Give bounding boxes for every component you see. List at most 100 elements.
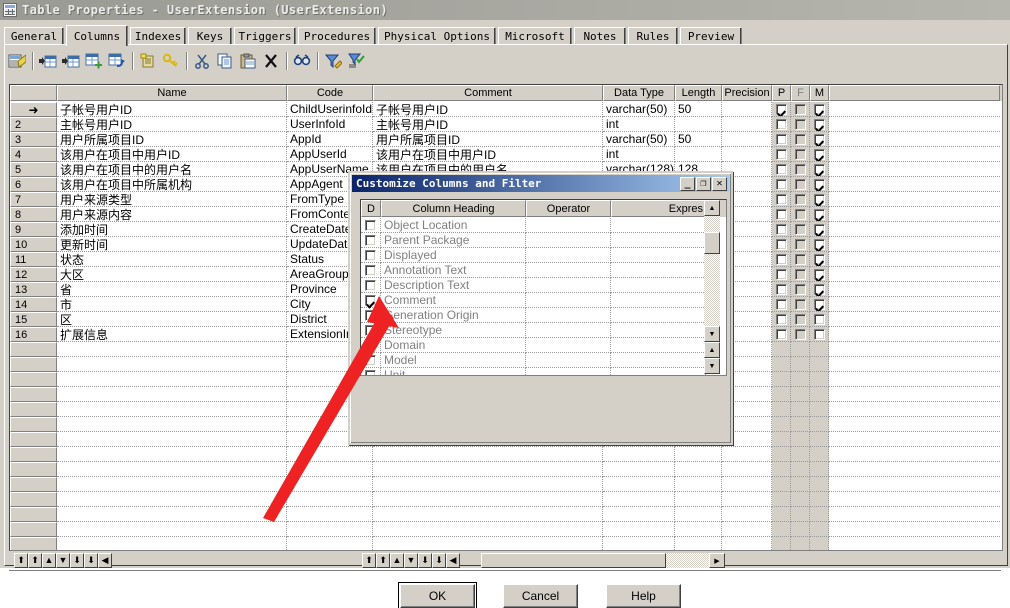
- mandatory-checkbox[interactable]: [813, 298, 825, 310]
- mandatory-checkbox-cell[interactable]: [810, 252, 829, 267]
- empty-cell[interactable]: [373, 477, 603, 492]
- empty-cell[interactable]: [373, 492, 603, 507]
- row-header[interactable]: 9: [10, 222, 57, 237]
- display-checkbox-cell[interactable]: [361, 248, 381, 263]
- customize-filter-icon[interactable]: [322, 50, 344, 72]
- display-checkbox-cell[interactable]: [361, 338, 381, 353]
- empty-cell[interactable]: [675, 462, 722, 477]
- empty-cell[interactable]: [810, 492, 829, 507]
- foreign-key-checkbox-cell[interactable]: [791, 162, 810, 177]
- dialog-list-item[interactable]: Comment: [361, 293, 726, 308]
- empty-cell[interactable]: [772, 537, 791, 550]
- table-row[interactable]: 3 用户所属项目ID AppId 用户所属项目ID varchar(50) 50: [10, 132, 1002, 147]
- empty-row[interactable]: [10, 447, 1002, 462]
- empty-cell[interactable]: [791, 357, 810, 372]
- display-checkbox[interactable]: [365, 294, 376, 306]
- mandatory-checkbox[interactable]: [813, 163, 825, 175]
- mandatory-checkbox[interactable]: [813, 103, 825, 115]
- display-checkbox-cell[interactable]: [361, 308, 381, 323]
- row-header[interactable]: [10, 342, 57, 357]
- name-cell[interactable]: 该用户在项目中所属机构: [57, 177, 287, 192]
- dialog-horizontal-scrollbar[interactable]: ▶: [481, 553, 725, 568]
- dialog-header-column-heading[interactable]: Column Heading: [381, 200, 526, 217]
- scroll-down-button[interactable]: ▼: [704, 326, 720, 342]
- operator-cell[interactable]: [526, 338, 611, 353]
- empty-cell[interactable]: [603, 477, 675, 492]
- empty-cell[interactable]: [810, 387, 829, 402]
- empty-cell[interactable]: [722, 477, 772, 492]
- delete-icon[interactable]: [260, 50, 282, 72]
- dialog-list-rows[interactable]: Object Location Parent Package Displayed An…: [361, 218, 726, 375]
- foreign-key-checkbox-cell[interactable]: [791, 192, 810, 207]
- empty-cell[interactable]: [57, 357, 287, 372]
- empty-cell[interactable]: [675, 522, 722, 537]
- operator-cell[interactable]: [526, 353, 611, 368]
- move-page-down-button[interactable]: ⬇: [70, 553, 84, 568]
- name-cell[interactable]: 该用户在项目中的用户名: [57, 162, 287, 177]
- operator-cell[interactable]: [526, 278, 611, 293]
- grid-header-length[interactable]: Length: [675, 85, 722, 101]
- empty-cell[interactable]: [772, 507, 791, 522]
- empty-cell[interactable]: [772, 372, 791, 387]
- display-checkbox[interactable]: [365, 234, 376, 246]
- empty-cell[interactable]: [373, 507, 603, 522]
- grid-header-precision[interactable]: Precision: [722, 85, 772, 101]
- mandatory-checkbox[interactable]: [813, 313, 825, 325]
- primary-key-checkbox-cell[interactable]: [772, 102, 791, 117]
- empty-cell[interactable]: [57, 387, 287, 402]
- tab-columns[interactable]: Columns: [66, 25, 128, 46]
- empty-cell[interactable]: [57, 492, 287, 507]
- empty-cell[interactable]: [791, 462, 810, 477]
- dialog-list-item[interactable]: Annotation Text: [361, 263, 726, 278]
- key-icon[interactable]: [160, 50, 182, 72]
- dialog-list-item[interactable]: Object Location: [361, 218, 726, 233]
- data-type-cell[interactable]: varchar(50): [603, 132, 675, 147]
- move-left-button[interactable]: ◀: [98, 553, 112, 568]
- empty-cell[interactable]: [675, 477, 722, 492]
- maximize-button[interactable]: ❐: [696, 176, 711, 191]
- expression-cell[interactable]: [611, 353, 706, 368]
- empty-cell[interactable]: [287, 447, 373, 462]
- grid-header-name[interactable]: Name: [57, 85, 287, 101]
- cancel-button[interactable]: Cancel: [503, 584, 578, 608]
- grid-header-p[interactable]: P: [772, 85, 791, 101]
- primary-key-checkbox[interactable]: [775, 133, 787, 145]
- display-checkbox-cell[interactable]: [361, 323, 381, 338]
- apply-filter-icon[interactable]: [345, 50, 367, 72]
- row-header[interactable]: ➜: [10, 102, 57, 117]
- empty-row[interactable]: [10, 522, 1002, 537]
- empty-cell[interactable]: [791, 447, 810, 462]
- empty-cell[interactable]: [57, 477, 287, 492]
- empty-cell[interactable]: [772, 477, 791, 492]
- display-checkbox[interactable]: [365, 264, 376, 276]
- row-header[interactable]: 16: [10, 327, 57, 342]
- move-to-bottom-button[interactable]: ⬇: [84, 553, 98, 568]
- precision-cell[interactable]: [722, 117, 772, 132]
- primary-key-checkbox-cell[interactable]: [772, 267, 791, 282]
- row-header[interactable]: [10, 507, 57, 522]
- mandatory-checkbox-cell[interactable]: [810, 207, 829, 222]
- row-header[interactable]: 14: [10, 297, 57, 312]
- empty-cell[interactable]: [810, 522, 829, 537]
- empty-cell[interactable]: [675, 537, 722, 550]
- foreign-key-checkbox-cell[interactable]: [791, 252, 810, 267]
- row-header[interactable]: 15: [10, 312, 57, 327]
- primary-key-checkbox[interactable]: [775, 253, 787, 265]
- empty-cell[interactable]: [772, 402, 791, 417]
- empty-row[interactable]: [10, 462, 1002, 477]
- empty-cell[interactable]: [791, 402, 810, 417]
- empty-cell[interactable]: [772, 417, 791, 432]
- operator-cell[interactable]: [526, 248, 611, 263]
- tab-physical-options[interactable]: Physical Options: [378, 27, 496, 45]
- empty-cell[interactable]: [791, 477, 810, 492]
- foreign-key-checkbox-cell[interactable]: [791, 147, 810, 162]
- mandatory-checkbox-cell[interactable]: [810, 237, 829, 252]
- primary-key-checkbox[interactable]: [775, 223, 787, 235]
- empty-cell[interactable]: [722, 447, 772, 462]
- move-up-button[interactable]: ▲: [42, 553, 56, 568]
- primary-key-checkbox-cell[interactable]: [772, 177, 791, 192]
- mandatory-checkbox[interactable]: [813, 118, 825, 130]
- grid-header-f[interactable]: F: [791, 85, 810, 101]
- expression-cell[interactable]: [611, 218, 706, 233]
- empty-cell[interactable]: [791, 492, 810, 507]
